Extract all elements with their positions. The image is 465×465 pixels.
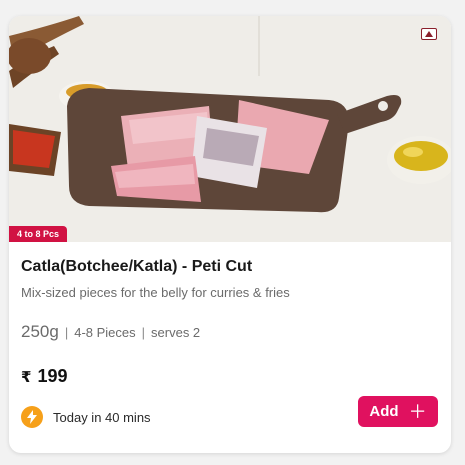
delivery-info: Today in 40 mins [21, 406, 151, 428]
non-veg-mark-icon [421, 28, 437, 40]
meta-separator: | [64, 325, 69, 340]
product-pieces: 4-8 Pieces [74, 325, 136, 340]
product-photo [9, 16, 451, 242]
add-button-label: Add [369, 403, 399, 420]
pieces-badge: 4 to 8 Pcs [9, 226, 68, 242]
meta-separator: | [141, 325, 146, 340]
product-price: ₹ 199 [21, 366, 67, 387]
lightning-icon [21, 406, 43, 428]
product-weight: 250g [21, 322, 59, 341]
add-to-cart-button[interactable]: Add ＋ [358, 396, 438, 427]
product-title[interactable]: Catla(Botchee/Katla) - Peti Cut [21, 258, 252, 276]
product-image[interactable]: 4 to 8 Pcs [9, 16, 451, 242]
plus-icon: ＋ [408, 401, 427, 422]
product-meta: 250g | 4-8 Pieces | serves 2 [21, 322, 200, 342]
currency-symbol: ₹ [21, 369, 32, 386]
product-card[interactable]: 4 to 8 Pcs Catla(Botchee/Katla) - Peti C… [9, 16, 451, 453]
delivery-time: Today in 40 mins [53, 409, 151, 425]
product-serves: serves 2 [151, 325, 201, 340]
price-value: 199 [37, 366, 68, 386]
product-description: Mix-sized pieces for the belly for curri… [21, 285, 290, 300]
